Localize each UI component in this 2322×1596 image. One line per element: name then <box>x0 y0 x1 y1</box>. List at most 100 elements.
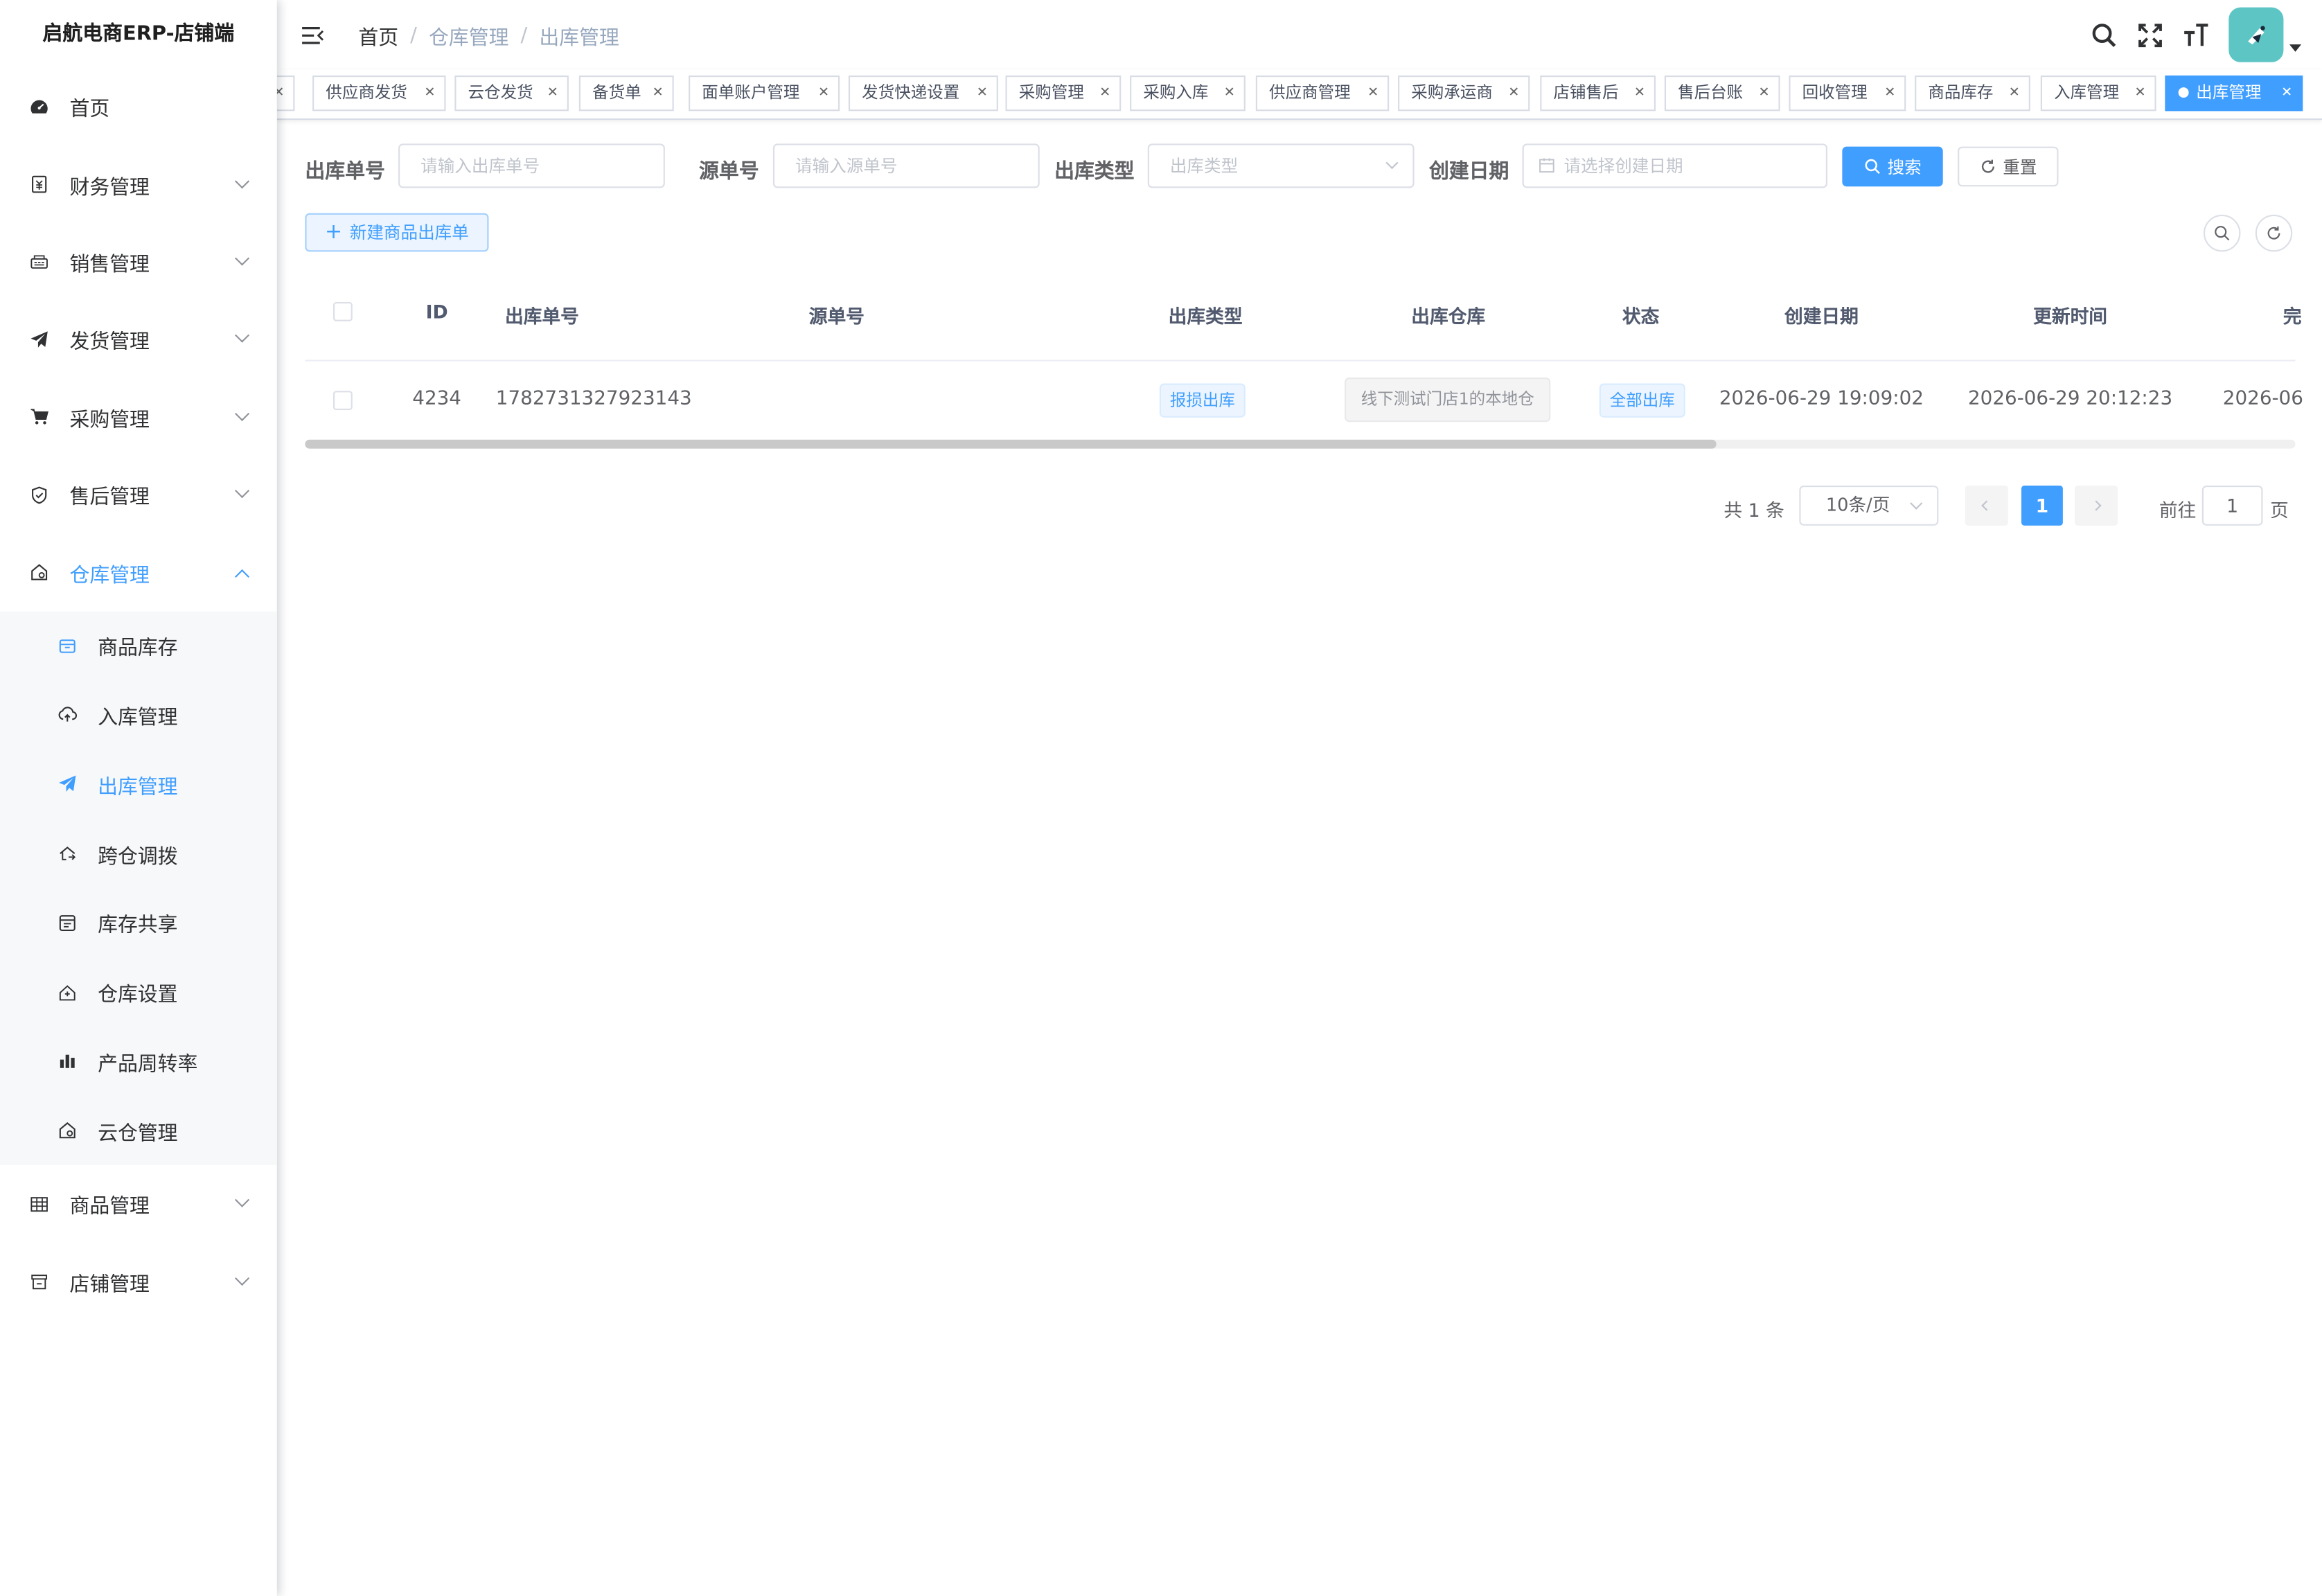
tag-purchase-mgmt[interactable]: 采购管理 ✕ <box>1005 76 1122 112</box>
menu-item-sales[interactable]: 销售管理 <box>0 223 277 301</box>
page-size-select[interactable]: 10条/页 <box>1799 486 1939 526</box>
paper-plane-icon <box>56 774 77 795</box>
column-header-completed: 完 <box>2283 305 2302 328</box>
close-icon[interactable]: ✕ <box>1634 77 1645 109</box>
submenu-item-settings[interactable]: 仓库设置 <box>0 957 277 1027</box>
date-picker[interactable]: 请选择创建日期 <box>1522 143 1827 188</box>
menu-item-aftersale[interactable]: 售后管理 <box>0 456 277 533</box>
close-icon[interactable]: ✕ <box>277 77 285 109</box>
tag-recycle-mgmt[interactable]: 回收管理 ✕ <box>1789 76 1906 112</box>
menu-item-shop[interactable]: 店铺管理 <box>0 1243 277 1320</box>
close-icon[interactable]: ✕ <box>1884 77 1895 109</box>
menu-item-shipping[interactable]: 发货管理 <box>0 301 277 378</box>
row-checkbox[interactable] <box>333 391 353 411</box>
avatar-image-icon <box>2247 25 2265 44</box>
close-icon[interactable]: ✕ <box>977 77 988 109</box>
chevron-down-icon <box>234 406 250 421</box>
hamburger-icon[interactable] <box>301 23 324 46</box>
select-all-checkbox[interactable] <box>333 302 353 321</box>
breadcrumb-warehouse[interactable]: 仓库管理 <box>429 20 508 49</box>
font-size-icon[interactable] <box>2181 20 2211 50</box>
submenu-item-turnover[interactable]: 产品周转率 <box>0 1027 277 1096</box>
column-header-updated: 更新时间 <box>2033 305 2108 328</box>
toggle-search-button[interactable] <box>2203 214 2241 252</box>
close-icon[interactable]: ✕ <box>1099 77 1110 109</box>
type-select[interactable]: 出库类型 <box>1147 143 1415 188</box>
inventory-icon <box>56 635 77 656</box>
close-icon[interactable]: ✕ <box>818 77 829 109</box>
tag-hidden[interactable]: ✕ <box>276 76 295 112</box>
menu-label: 发货管理 <box>69 330 150 355</box>
chevron-down-icon <box>234 484 250 499</box>
tag-label: 采购管理 <box>1018 82 1084 103</box>
submenu-item-inbound[interactable]: 入库管理 <box>0 680 277 750</box>
close-icon[interactable]: ✕ <box>1508 77 1519 109</box>
caret-down-icon[interactable] <box>2289 44 2302 52</box>
source-no-input[interactable]: 请输入源单号 <box>772 143 1040 188</box>
tag-purchase-inbound[interactable]: 采购入库 ✕ <box>1130 76 1246 112</box>
tag-label: 供应商发货 <box>326 82 407 103</box>
fullscreen-icon[interactable] <box>2136 20 2165 50</box>
column-header-status: 状态 <box>1622 305 1660 328</box>
breadcrumb-current: 出库管理 <box>539 26 619 50</box>
new-outbound-button[interactable]: + 新建商品出库单 <box>305 213 489 252</box>
horizontal-scrollbar-thumb[interactable] <box>305 439 1717 449</box>
finance-icon <box>28 174 49 195</box>
chevron-down-icon <box>1910 497 1923 510</box>
tag-label: 店铺售后 <box>1553 82 1619 103</box>
menu-item-finance[interactable]: 财务管理 <box>0 145 277 223</box>
tag-inbound-mgmt[interactable]: 入库管理 ✕ <box>2040 76 2156 112</box>
tag-aftersale-ledger[interactable]: 售后台账 ✕ <box>1664 76 1780 112</box>
column-header-source-no: 源单号 <box>808 305 865 328</box>
submenu-item-transfer[interactable]: 跨仓调拨 <box>0 819 277 888</box>
menu-item-purchase[interactable]: 采购管理 <box>0 378 277 456</box>
close-icon[interactable]: ✕ <box>547 77 558 109</box>
avatar[interactable] <box>2228 7 2284 62</box>
menu-label: 采购管理 <box>69 408 150 432</box>
next-page-button[interactable] <box>2075 486 2118 526</box>
page-number-current[interactable]: 1 <box>2021 486 2063 526</box>
close-icon[interactable]: ✕ <box>1758 77 1769 109</box>
reset-button-label: 重置 <box>2003 156 2037 177</box>
close-icon[interactable]: ✕ <box>1367 77 1379 109</box>
warehouse-submenu: 商品库存 入库管理 出库管理 跨仓调拨 库存共享 仓库设置 产品周转率 云仓管理 <box>0 611 277 1166</box>
breadcrumb-home[interactable]: 首页 <box>358 20 398 49</box>
submenu-item-cloud[interactable]: 云仓管理 <box>0 1096 277 1165</box>
close-icon[interactable]: ✕ <box>2281 77 2292 109</box>
goto-page-input[interactable]: 1 <box>2201 486 2263 526</box>
close-icon[interactable]: ✕ <box>653 77 664 109</box>
search-button[interactable]: 搜索 <box>1842 146 1943 187</box>
menu-item-warehouse[interactable]: 仓库管理 <box>0 533 277 611</box>
close-icon[interactable]: ✕ <box>2009 77 2020 109</box>
refresh-button[interactable] <box>2255 214 2293 252</box>
reset-button[interactable]: 重置 <box>1958 146 2059 187</box>
submenu-label: 入库管理 <box>98 706 178 730</box>
menu-item-home[interactable]: 首页 <box>0 68 277 145</box>
search-icon[interactable] <box>2089 20 2119 50</box>
tag-outbound-mgmt-active[interactable]: 出库管理 ✕ <box>2165 76 2303 112</box>
tag-purchase-carrier[interactable]: 采购承运商 ✕ <box>1398 76 1530 112</box>
submenu-item-share[interactable]: 库存共享 <box>0 888 277 957</box>
breadcrumb-separator: / <box>520 23 528 47</box>
column-header-outbound-no[interactable]: 出库单号 <box>505 301 579 329</box>
close-icon[interactable]: ✕ <box>1224 77 1235 109</box>
table-icon <box>28 1194 49 1214</box>
close-icon[interactable]: ✕ <box>424 77 435 109</box>
close-icon[interactable]: ✕ <box>2134 77 2145 109</box>
tag-waybill-account[interactable]: 面单账户管理 ✕ <box>689 76 840 112</box>
submenu-item-inventory[interactable]: 商品库存 <box>0 611 277 680</box>
tag-shop-aftersale[interactable]: 店铺售后 ✕ <box>1540 76 1656 112</box>
tag-stock-order[interactable]: 备货单 ✕ <box>578 76 674 112</box>
tag-cloud-shipping[interactable]: 云仓发货 ✕ <box>454 76 569 112</box>
outbound-no-input[interactable]: 请输入出库单号 <box>398 143 665 188</box>
prev-page-button[interactable] <box>1965 486 2008 526</box>
tag-express-settings[interactable]: 发货快递设置 ✕ <box>848 76 998 112</box>
submenu-item-outbound[interactable]: 出库管理 <box>0 750 277 819</box>
menu-item-goods[interactable]: 商品管理 <box>0 1165 277 1243</box>
tag-inventory[interactable]: 商品库存 ✕ <box>1915 76 2030 112</box>
tag-supplier-mgmt[interactable]: 供应商管理 ✕ <box>1255 76 1390 112</box>
tag-supplier-shipping[interactable]: 供应商发货 ✕ <box>312 76 446 112</box>
header-divider <box>305 360 2296 362</box>
search-icon <box>1864 159 1879 175</box>
outbound-no-label: 出库单号 <box>305 159 385 184</box>
